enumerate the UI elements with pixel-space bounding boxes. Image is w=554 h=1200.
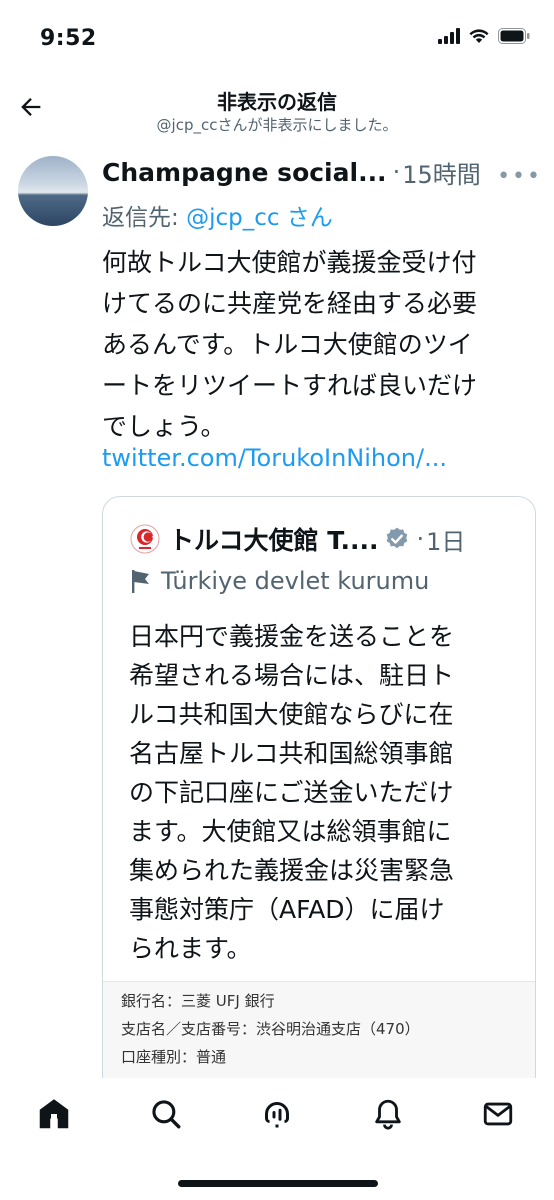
quote-time: 1日: [426, 527, 466, 556]
page-title: 非表示の返信: [217, 90, 337, 114]
affiliation-label: Türkiye devlet kurumu: [129, 567, 429, 595]
signal-icon: [438, 28, 460, 48]
tweet-text-line: ートをリツイートすれば良いだけ: [102, 371, 478, 400]
messages-icon: [483, 1102, 513, 1126]
quote-text-line: の下記口座にご送金いただけ: [129, 778, 454, 807]
status-bar: 9:52: [0, 0, 554, 80]
tweet-text-line: あるんです。トルコ大使館のツイ: [102, 330, 473, 359]
more-icon[interactable]: •••: [497, 164, 542, 189]
quote-text-line: 日本円で義援金を送ることを: [129, 622, 455, 651]
quote-text-line: 事態対策庁（AFAD）に届け: [129, 895, 445, 924]
tab-messages[interactable]: [478, 1094, 518, 1134]
tweet-time[interactable]: 15時間: [402, 155, 481, 190]
avatar[interactable]: [18, 156, 88, 226]
page-subtitle: @jcp_ccさんが非表示にしました。: [156, 116, 398, 134]
tweet-text: 何故トルコ大使館が義援金受け付 けてるのに共産党を経由する必要 あるんです。トル…: [102, 242, 542, 447]
battery-icon: [498, 28, 530, 48]
search-icon: [152, 1100, 181, 1129]
tab-notifications[interactable]: [368, 1094, 408, 1134]
tweet-text-line: けてるのに共産党を経由する必要: [102, 289, 478, 318]
tweet-header: Champagne social... · 15時間 •••: [102, 154, 542, 190]
quote-tweet-card[interactable]: トルコ大使館 T.... · 1日 Türkiye devlet kurumu …: [102, 496, 536, 1116]
notifications-icon: [375, 1099, 401, 1130]
header: 非表示の返信 @jcp_ccさんが非表示にしました。: [0, 80, 554, 142]
spaces-icon: [265, 1102, 289, 1128]
embassy-emblem-icon: [130, 524, 160, 554]
wifi-icon: [468, 28, 490, 48]
reply-prefix: 返信先:: [102, 205, 187, 231]
tweet-text-line: でしょう。: [102, 412, 226, 441]
affiliation-text: Türkiye devlet kurumu: [161, 567, 430, 595]
quote-text-line: 集められた義援金は災害緊急: [129, 856, 455, 885]
separator-dot: ·: [392, 158, 401, 186]
status-time: 9:52: [40, 26, 97, 51]
reply-to: 返信先: @jcp_cc さん: [102, 198, 333, 232]
quote-text-line: ルコ共和国大使館ならびに在: [129, 700, 454, 729]
tab-spaces[interactable]: [257, 1094, 297, 1134]
quote-text: 日本円で義援金を送ることを 希望される場合には、駐日ト ルコ共和国大使館ならびに…: [129, 617, 519, 968]
branch-line: 支店名／支店番号：渋谷明治通支店（470）: [121, 1020, 420, 1038]
quote-text-line: ます。大使館又は総領事館に: [129, 817, 452, 846]
tab-search[interactable]: [146, 1094, 186, 1134]
quote-text-line: られます。: [129, 934, 252, 963]
quote-header: トルコ大使館 T.... · 1日: [129, 519, 465, 559]
quote-text-line: 希望される場合には、駐日ト: [129, 661, 455, 690]
bank-name-line: 銀行名：三菱 UFJ 銀行: [121, 992, 275, 1010]
quote-separator-dot: ·: [416, 525, 425, 553]
quote-text-line: 名古屋トルコ共和国総領事館: [129, 739, 454, 768]
tweet-text-line: 何故トルコ大使館が義援金受け付: [102, 248, 477, 277]
reply-handle-link[interactable]: @jcp_cc さん: [186, 205, 333, 231]
quote-author-name: トルコ大使館 T....: [169, 526, 379, 555]
quote-avatar: [129, 523, 161, 555]
home-indicator[interactable]: [178, 1180, 378, 1187]
status-icons: [438, 28, 530, 48]
tab-home[interactable]: [34, 1094, 74, 1134]
flag-icon: [129, 568, 153, 594]
tweet-link[interactable]: twitter.com/TorukoInNihon/...: [102, 444, 447, 472]
home-icon: [39, 1099, 69, 1129]
verified-badge-icon: [384, 526, 410, 552]
author-name[interactable]: Champagne social...: [102, 158, 387, 187]
account-type-line: 口座種別：普通: [121, 1048, 227, 1066]
